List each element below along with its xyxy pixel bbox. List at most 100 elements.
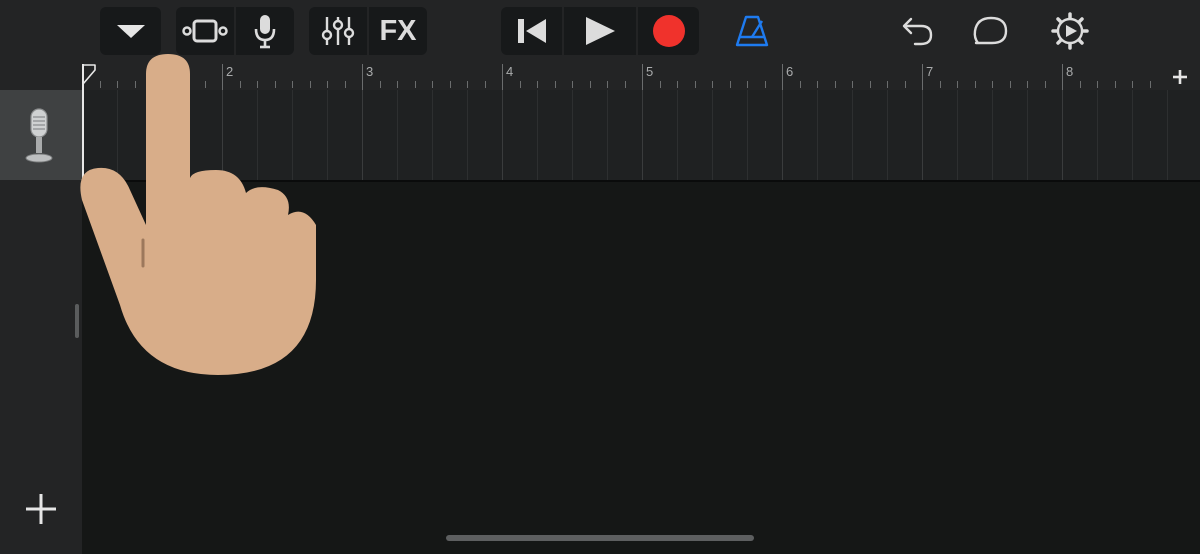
loop-browser-icon — [973, 16, 1008, 45]
ruler-tick — [1027, 81, 1028, 88]
transport-controls — [501, 7, 699, 55]
ruler-bar-mark — [782, 64, 783, 90]
fx-label: FX — [379, 14, 417, 47]
ruler-bar-number: 4 — [506, 64, 514, 79]
ruler-bar-mark — [922, 64, 923, 90]
ruler-tick — [537, 81, 538, 88]
grid-line — [677, 90, 678, 180]
ruler-tick — [467, 81, 468, 88]
ruler-tick — [992, 81, 993, 88]
record-icon — [652, 15, 685, 47]
ruler-tick — [1132, 81, 1133, 88]
settings-button[interactable] — [1046, 7, 1094, 55]
play-button[interactable] — [564, 7, 636, 55]
grid-line — [397, 90, 398, 180]
ruler-tick — [957, 81, 958, 88]
audio-recorder-button[interactable] — [236, 7, 294, 55]
grid-line — [992, 90, 993, 180]
metronome-icon — [735, 15, 769, 47]
ruler-tick — [729, 81, 731, 88]
ruler-tick — [519, 81, 521, 88]
menu-button[interactable] — [100, 7, 161, 55]
go-to-start-button[interactable] — [501, 7, 562, 55]
ruler-bar-number: 8 — [1066, 64, 1074, 79]
mix-button-group: FX — [309, 7, 427, 55]
ruler-tick — [624, 81, 626, 88]
ruler-tick — [887, 81, 888, 88]
ruler-bar-mark — [642, 64, 643, 90]
ruler-bar-mark — [502, 64, 503, 90]
settings-gear-icon — [1051, 12, 1089, 50]
undo-icon — [902, 17, 933, 46]
menu-button-group — [100, 7, 161, 55]
ruler-tick — [1114, 81, 1116, 88]
plus-icon — [26, 494, 56, 524]
ruler-tick — [747, 81, 748, 88]
view-button-group — [176, 7, 294, 55]
grid-line — [852, 90, 853, 180]
ruler-tick — [554, 81, 556, 88]
plus-icon — [1173, 70, 1187, 84]
ruler-tick — [659, 81, 661, 88]
record-button[interactable] — [638, 7, 699, 55]
vintage-microphone-icon — [25, 108, 53, 163]
chevron-down-icon — [116, 25, 145, 38]
ruler-tick — [607, 81, 608, 88]
grid-line — [1132, 90, 1133, 180]
ruler-tick — [432, 81, 433, 88]
grid-line — [957, 90, 958, 180]
grid-line — [1097, 90, 1098, 180]
fx-button[interactable]: FX — [369, 7, 427, 55]
ruler-tick — [344, 81, 346, 88]
mixer-button[interactable] — [309, 7, 367, 55]
play-icon — [586, 17, 615, 45]
ruler-tick — [764, 81, 766, 88]
grid-line — [572, 90, 573, 180]
add-track-button[interactable] — [20, 488, 62, 530]
go-to-start-icon — [517, 19, 546, 43]
add-section-button[interactable] — [1160, 64, 1200, 90]
grid-line — [362, 90, 363, 180]
ruler-tick — [1044, 81, 1046, 88]
ruler-bar-number: 7 — [926, 64, 934, 79]
home-indicator — [446, 535, 754, 541]
ruler-tick — [379, 81, 381, 88]
grid-line — [887, 90, 888, 180]
ruler-tick — [694, 81, 696, 88]
ruler-tick — [817, 81, 818, 88]
ruler-tick — [712, 81, 713, 88]
ruler-tick — [1009, 81, 1011, 88]
ruler-tick — [834, 81, 836, 88]
ruler-tick — [677, 81, 678, 88]
grid-line — [747, 90, 748, 180]
ruler-tick — [484, 81, 486, 88]
ruler-tick — [852, 81, 853, 88]
grid-line — [1167, 90, 1168, 180]
grid-line — [1027, 90, 1028, 180]
grid-line — [537, 90, 538, 180]
ruler-tick — [397, 81, 398, 88]
metronome-button[interactable] — [728, 7, 776, 55]
mixer-sliders-icon — [321, 17, 355, 45]
ruler-bar-number: 3 — [366, 64, 374, 79]
ruler-tick — [904, 81, 906, 88]
ruler-tick — [799, 81, 801, 88]
ruler-tick — [414, 81, 416, 88]
grid-line — [817, 90, 818, 180]
grid-line — [782, 90, 783, 180]
tracks-view-button[interactable] — [176, 7, 234, 55]
grid-line — [432, 90, 433, 180]
ruler-bar-number: 6 — [786, 64, 794, 79]
ruler-tick — [1149, 81, 1151, 88]
ruler-tick — [939, 81, 941, 88]
loop-browser-button[interactable] — [966, 7, 1016, 55]
grid-line — [1062, 90, 1063, 180]
undo-button[interactable] — [894, 7, 942, 55]
ruler-tick — [869, 81, 871, 88]
ruler-bar-mark — [1062, 64, 1063, 90]
ruler-tick — [449, 81, 451, 88]
grid-line — [642, 90, 643, 180]
ruler-tick — [974, 81, 976, 88]
ruler-tick — [589, 81, 591, 88]
tracks-view-icon — [182, 19, 228, 43]
